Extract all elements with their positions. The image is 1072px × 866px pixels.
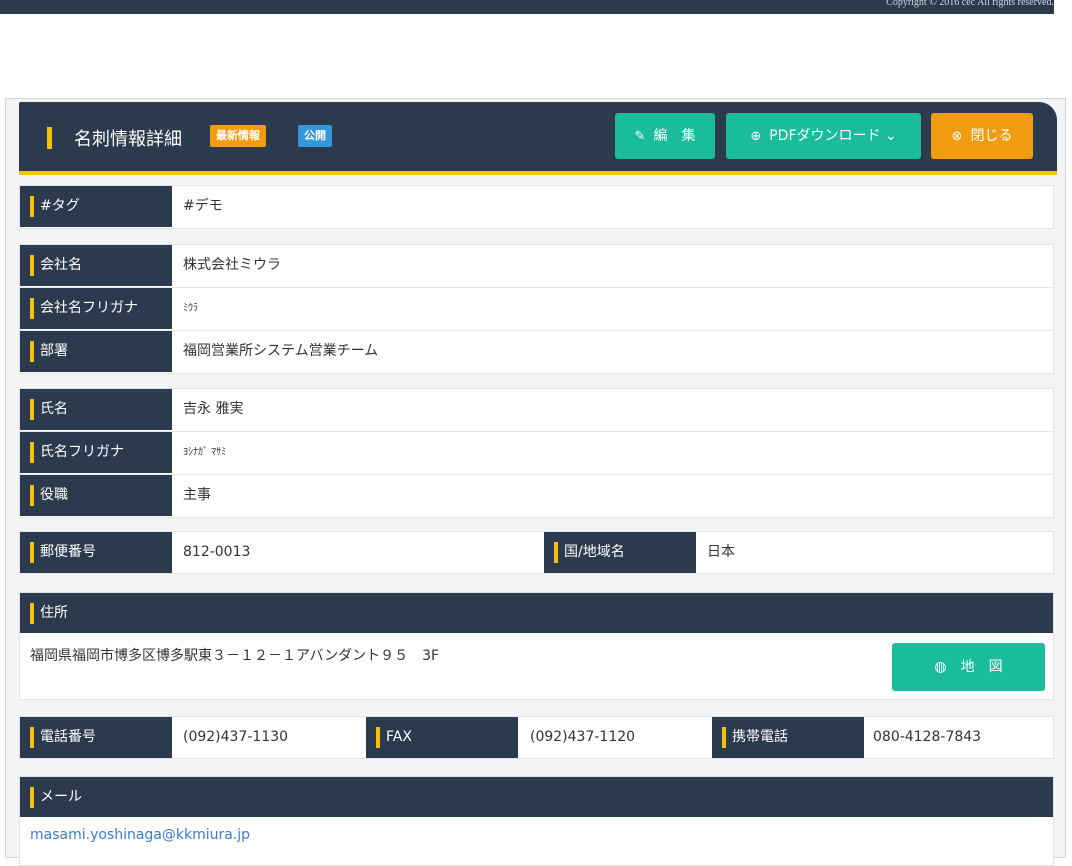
fax-label: FAX [366,717,518,758]
company-row: 会社名 株式会社ミウラ [20,245,1053,288]
tag-group: #タグ #デモ [19,185,1054,229]
company-label: 会社名 [20,245,172,286]
panel-header: 名刺情報詳細 最新情報 公開 ✎ 編 集 ⊕ PDFダウンロード ⌄ ⊗ 閉じる [19,102,1057,175]
postal-label: 郵便番号 [20,532,172,573]
public-badge: 公開 [298,125,332,147]
position-row: 役職 主事 [20,475,1053,517]
department-label: 部署 [20,331,172,372]
name-row: 氏名 吉永 雅実 [20,389,1053,432]
latest-badge: 最新情報 [210,125,266,147]
edit-button-label: 編 集 [653,128,696,144]
name-kana-value: ﾖｼﾅｶﾞ ﾏｻﾐ [183,447,227,458]
company-value: 株式会社ミウラ [183,257,281,273]
name-value: 吉永 雅実 [183,401,244,417]
fax-value: (092)437-1120 [530,729,636,745]
postal-group: 郵便番号 812-0013 国/地域名 日本 [19,531,1054,574]
edit-button[interactable]: ✎ 編 集 [615,113,715,159]
email-label: メール [20,777,1053,817]
email-group: メール masami.yoshinaga@kkmiura.jp [19,776,1054,866]
tag-label: #タグ [20,186,172,227]
position-value: 主事 [183,487,211,503]
country-value: 日本 [707,544,735,560]
mobile-label: 携帯電話 [712,717,864,758]
header-accent-bar [47,127,52,149]
pdf-button-label: PDFダウンロード [769,128,885,144]
person-group: 氏名 吉永 雅実 氏名フリガナ ﾖｼﾅｶﾞ ﾏｻﾐ 役職 主事 [19,388,1054,518]
download-circle-icon: ⊕ [750,129,762,144]
tag-value: #デモ [183,198,223,214]
email-body: masami.yoshinaga@kkmiura.jp [20,817,1053,865]
name-label: 氏名 [20,389,172,430]
chevron-down-icon: ⌄ [884,128,897,144]
close-circle-icon: ⊗ [951,129,963,144]
page-title: 名刺情報詳細 [74,129,182,150]
postal-value: 812-0013 [183,544,251,560]
postal-row: 郵便番号 812-0013 国/地域名 日本 [20,532,1053,574]
map-button-label: 地 図 [960,659,1003,675]
address-value: 福岡県福岡市博多区博多駅東３－１２－１アバンダント９５ 3F [30,648,440,664]
contact-row: 電話番号 (092)437-1130 FAX (092)437-1120 携帯電… [20,717,1053,759]
pdf-download-button[interactable]: ⊕ PDFダウンロード ⌄ [726,113,921,159]
mobile-value: 080-4128-7843 [873,729,982,745]
department-value: 福岡営業所システム営業チーム [183,343,379,359]
close-button-label: 閉じる [970,128,1013,144]
address-group: 住所 福岡県福岡市博多区博多駅東３－１２－１アバンダント９５ 3F ◍ 地 図 [19,592,1054,700]
company-kana-value: ﾐｳﾗ [183,303,198,314]
close-button[interactable]: ⊗ 閉じる [931,113,1033,159]
address-label: 住所 [20,593,1053,633]
phone-label: 電話番号 [20,717,172,758]
tag-row: #タグ #デモ [20,186,1053,228]
phone-value: (092)437-1130 [183,729,289,745]
company-kana-row: 会社名フリガナ ﾐｳﾗ [20,288,1053,331]
email-link[interactable]: masami.yoshinaga@kkmiura.jp [30,827,250,843]
position-label: 役職 [20,475,172,516]
globe-icon: ◍ [934,659,947,675]
company-group: 会社名 株式会社ミウラ 会社名フリガナ ﾐｳﾗ 部署 福岡営業所システム営業チー… [19,244,1054,374]
address-body: 福岡県福岡市博多区博多駅東３－１２－１アバンダント９５ 3F ◍ 地 図 [20,633,1053,699]
company-kana-label: 会社名フリガナ [20,288,172,329]
department-row: 部署 福岡営業所システム営業チーム [20,331,1053,373]
card-detail-panel: 名刺情報詳細 最新情報 公開 ✎ 編 集 ⊕ PDFダウンロード ⌄ ⊗ 閉じる #タ… [5,98,1066,866]
map-button[interactable]: ◍ 地 図 [892,643,1045,691]
name-kana-label: 氏名フリガナ [20,432,172,473]
name-kana-row: 氏名フリガナ ﾖｼﾅｶﾞ ﾏｻﾐ [20,432,1053,475]
country-label: 国/地域名 [544,532,696,573]
pencil-icon: ✎ [634,129,646,144]
contact-group: 電話番号 (092)437-1130 FAX (092)437-1120 携帯電… [19,716,1054,759]
copyright-text: Copyright © 2016 cec All rights reserved… [886,0,1054,8]
top-footer-bar: Copyright © 2016 cec All rights reserved… [0,0,1054,14]
